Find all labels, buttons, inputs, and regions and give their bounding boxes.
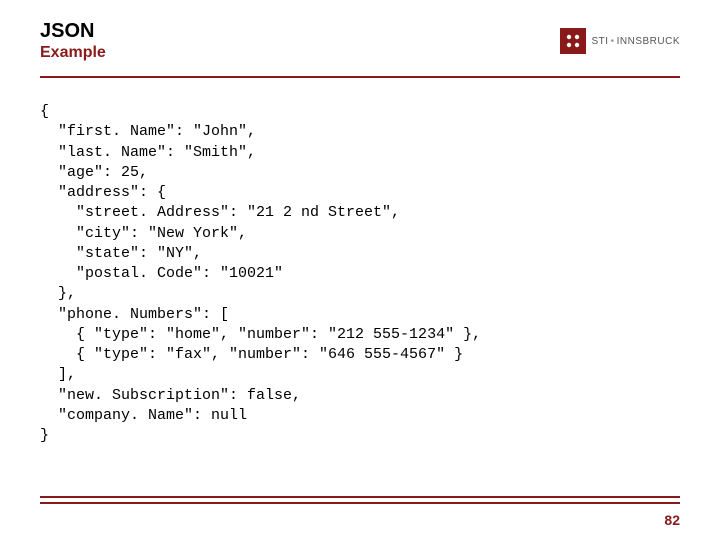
logo-dot-icon: •: [611, 36, 615, 47]
logo-mark-icon: [560, 28, 586, 54]
logo-text-b: INNSBRUCK: [617, 36, 680, 47]
footer-divider: [40, 496, 680, 504]
slide-header: JSON Example STI•INNSBRUCK: [0, 0, 720, 70]
logo-text: STI•INNSBRUCK: [592, 36, 680, 47]
page-number: 82: [664, 512, 680, 528]
logo-text-a: STI: [592, 36, 609, 47]
code-block: { "first. Name": "John", "last. Name": "…: [0, 78, 720, 446]
slide: JSON Example STI•INNSBRUCK { "first. Nam…: [0, 0, 720, 540]
logo: STI•INNSBRUCK: [560, 28, 680, 54]
